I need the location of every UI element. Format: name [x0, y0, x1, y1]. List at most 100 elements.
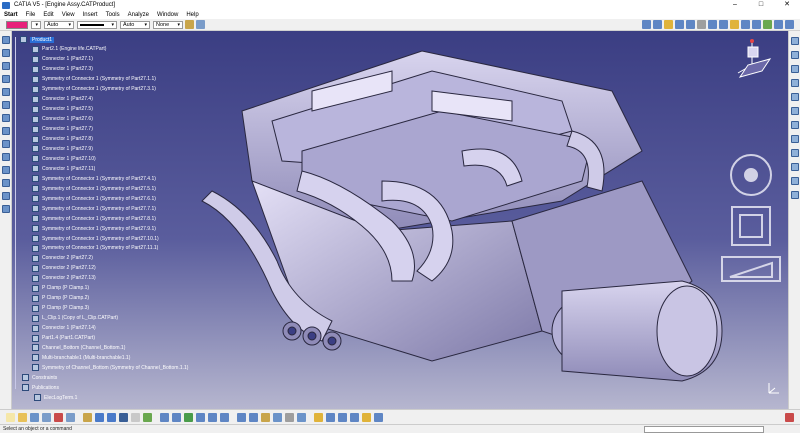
engine-model[interactable]: [182, 31, 742, 409]
tree-node[interactable]: Multi-branchable1 (Multi-branchable1.1): [32, 353, 130, 362]
tree-node[interactable]: Connector 2 (Part27.12): [32, 264, 96, 273]
move-icon[interactable]: [675, 20, 684, 29]
tree-node[interactable]: Connector 1 (Part27.11): [32, 164, 95, 173]
rotate-icon[interactable]: [196, 412, 205, 422]
tree-node[interactable]: Symmetry of Connector 1 (Symmetry of Par…: [32, 85, 156, 94]
tree-node[interactable]: Publications: [22, 383, 59, 392]
tree-node[interactable]: Connector 1 (Part27.8): [32, 135, 93, 144]
tree-node[interactable]: Connector 1 (Part27.9): [32, 144, 93, 153]
tree-node[interactable]: Connector 1 (Part27.14): [32, 324, 96, 333]
electrical-icon[interactable]: [2, 192, 10, 200]
pan-icon[interactable]: [184, 412, 193, 422]
tree-node[interactable]: L_Clip.1 (Copy of L_Clip.CATPart): [32, 314, 118, 323]
3d-viewport[interactable]: Product1 Part2.1 (Engine life.CATPart) Con…: [12, 31, 788, 409]
tree-root-node[interactable]: Product1: [20, 35, 55, 44]
tree-node[interactable]: Channel_Bottom (Channel_Bottom.1): [32, 343, 125, 352]
tree-node[interactable]: Symmetry of Channel_Bottom (Symmetry of …: [32, 363, 188, 372]
tree-node[interactable]: Symmetry of Connector 1 (Symmetry of Par…: [32, 224, 156, 233]
normal-view-icon[interactable]: [2, 114, 10, 122]
tree-node[interactable]: Symmetry of Connector 1 (Symmetry of Par…: [32, 174, 156, 183]
tree-node[interactable]: Symmetry of Connector 1 (Symmetry of Par…: [32, 244, 158, 253]
tree-node[interactable]: Connector 1 (Part27.4): [32, 95, 93, 104]
paint-brush-icon[interactable]: [185, 20, 194, 29]
zoom-out-icon[interactable]: [2, 101, 10, 109]
open-icon[interactable]: [18, 412, 27, 422]
harness-icon[interactable]: [741, 20, 750, 29]
menu-view[interactable]: View: [58, 12, 79, 18]
redo-icon[interactable]: [107, 412, 116, 422]
undo-icon[interactable]: [95, 412, 104, 422]
menu-analyze[interactable]: Analyze: [124, 12, 153, 18]
zoom-in-icon[interactable]: [2, 88, 10, 96]
fit-all-icon[interactable]: [2, 49, 10, 57]
hide-show-icon[interactable]: [2, 166, 10, 174]
menu-tools[interactable]: Tools: [102, 12, 124, 18]
copy-icon[interactable]: [66, 412, 75, 422]
menu-edit[interactable]: Edit: [39, 12, 57, 18]
tree-node[interactable]: Connector 1 (Part27.10): [32, 154, 96, 163]
menu-window[interactable]: Window: [153, 12, 182, 18]
measure-icon[interactable]: [730, 20, 739, 29]
fit-all-icon[interactable]: [172, 412, 181, 422]
branch-point-icon[interactable]: [791, 121, 799, 129]
constraint-icon[interactable]: [653, 20, 662, 29]
menu-help[interactable]: Help: [182, 12, 202, 18]
branch-icon[interactable]: [2, 205, 10, 213]
knowledge-icon[interactable]: [338, 412, 347, 422]
select-icon[interactable]: [2, 36, 10, 44]
catia-compass-icon[interactable]: [785, 412, 794, 422]
tree-node[interactable]: Symmetry of Connector 1 (Symmetry of Par…: [32, 204, 156, 213]
paste-icon[interactable]: [83, 412, 92, 422]
menu-file[interactable]: File: [22, 12, 40, 18]
section-icon[interactable]: [719, 20, 728, 29]
multi-view-icon[interactable]: [249, 412, 258, 422]
tree-node[interactable]: P Clamp (P Clamp.2): [32, 294, 89, 303]
shading-icon[interactable]: [2, 153, 10, 161]
tree-node[interactable]: Symmetry of Connector 1 (Symmetry of Par…: [32, 75, 156, 84]
transparency-select[interactable]: Auto ▾: [44, 20, 74, 29]
route-icon[interactable]: [785, 20, 794, 29]
tree-node[interactable]: Connector 1 (Part27.6): [32, 115, 93, 124]
tree-node[interactable]: Connector 1 (Part27.7): [32, 125, 93, 134]
compass-icon[interactable]: [734, 37, 774, 81]
cut-icon[interactable]: [54, 412, 63, 422]
point-type-select[interactable]: None ▾: [153, 20, 183, 29]
zoom-out-icon[interactable]: [220, 412, 229, 422]
tree-node[interactable]: P Clamp (P Clamp.3): [32, 304, 89, 313]
hide-show-icon[interactable]: [285, 412, 294, 422]
tree-node[interactable]: Symmetry of Connector 1 (Symmetry of Par…: [32, 194, 156, 203]
add-support-icon[interactable]: [791, 79, 799, 87]
tree-node[interactable]: Part2.1 (Engine life.CATPart): [32, 45, 106, 54]
swap-space-icon[interactable]: [2, 179, 10, 187]
multi-view-icon[interactable]: [2, 127, 10, 135]
measure-icon[interactable]: [314, 412, 323, 422]
menu-insert[interactable]: Insert: [79, 12, 102, 18]
tree-node[interactable]: Connector 2 (Part27.2): [32, 254, 93, 263]
manipulate-icon[interactable]: [686, 20, 695, 29]
maximize-button[interactable]: □: [748, 0, 774, 10]
remove-point-icon[interactable]: [791, 107, 799, 115]
color-swatch[interactable]: [6, 20, 28, 29]
iso-view-icon[interactable]: [261, 412, 270, 422]
pan-icon[interactable]: [2, 62, 10, 70]
command-input[interactable]: [644, 425, 764, 433]
snap-icon[interactable]: [664, 20, 673, 29]
save-icon[interactable]: [30, 412, 39, 422]
zoom-in-icon[interactable]: [208, 412, 217, 422]
line-type-select[interactable]: Auto ▾: [120, 20, 150, 29]
catalog-icon[interactable]: [143, 412, 152, 422]
bundle-icon[interactable]: [752, 20, 761, 29]
connector-icon[interactable]: [763, 20, 772, 29]
analyze-icon[interactable]: [791, 191, 799, 199]
tree-node[interactable]: Part1.4 (Part1.CATPart): [32, 334, 95, 343]
update-icon[interactable]: [362, 412, 371, 422]
normal-view-icon[interactable]: [237, 412, 246, 422]
clash-icon[interactable]: [708, 20, 717, 29]
update-icon[interactable]: [791, 177, 799, 185]
parameter-icon[interactable]: [350, 412, 359, 422]
rotate-icon[interactable]: [2, 75, 10, 83]
line-thickness-select[interactable]: ▾: [77, 20, 117, 29]
new-icon[interactable]: [6, 412, 15, 422]
wb-icon[interactable]: [791, 37, 799, 45]
layer-icon[interactable]: [196, 20, 205, 29]
